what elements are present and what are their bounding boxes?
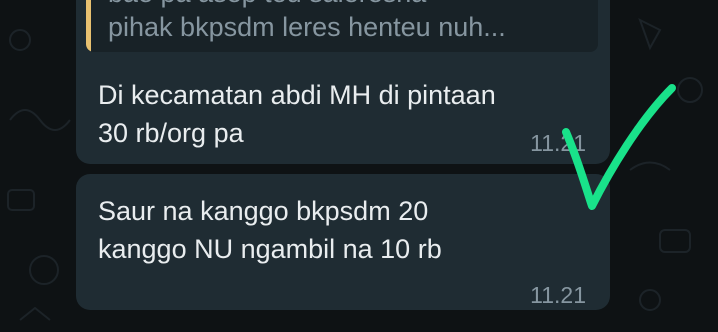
message-text: Di kecamatan abdi MH di pintaan 30 rb/or… bbox=[98, 76, 496, 152]
quote-text-line-1: bae pa asep teu saleresna bbox=[108, 0, 588, 9]
message-timestamp: 11.21 bbox=[530, 130, 586, 156]
quote-accent-bar bbox=[86, 0, 91, 52]
message-line-2: kanggo NU ngambil na 10 rb bbox=[98, 234, 442, 264]
message-text: Saur na kanggo bkpsdm 20 kanggo NU ngamb… bbox=[98, 192, 442, 268]
message-bubble-2[interactable]: Saur na kanggo bkpsdm 20 kanggo NU ngamb… bbox=[76, 174, 610, 310]
message-timestamp: 11.21 bbox=[530, 282, 586, 308]
message-line-1: Saur na kanggo bkpsdm 20 bbox=[98, 196, 429, 226]
message-line-1: Di kecamatan abdi MH di pintaan bbox=[98, 80, 496, 110]
message-bubble-1[interactable]: bae pa asep teu saleresna pihak bkpsdm l… bbox=[76, 0, 610, 164]
message-line-2: 30 rb/org pa bbox=[98, 118, 244, 148]
quote-text-line-2: pihak bkpsdm leres henteu nuh... bbox=[108, 12, 506, 42]
quoted-reply[interactable]: bae pa asep teu saleresna pihak bkpsdm l… bbox=[86, 0, 598, 52]
